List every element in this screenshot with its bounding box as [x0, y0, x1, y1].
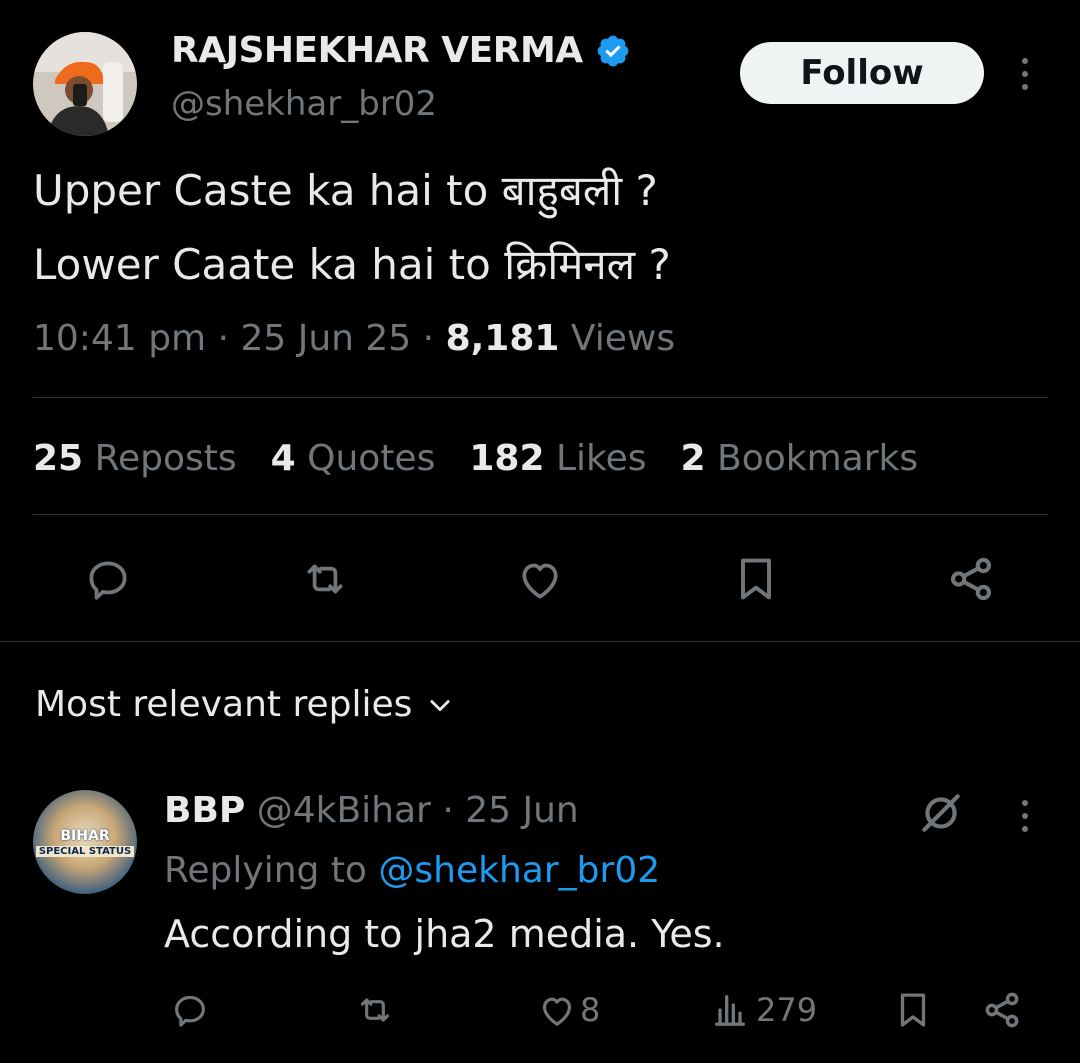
replies-sort-dropdown[interactable]: Most relevant replies: [35, 684, 454, 725]
views-icon: [715, 995, 745, 1026]
follow-button[interactable]: Follow: [740, 42, 984, 104]
meta-separator: ·: [217, 318, 241, 359]
reply-views[interactable]: 279: [710, 990, 817, 1030]
views-count: 8,181: [445, 318, 560, 359]
likes-stat[interactable]: 182 Likes: [469, 438, 646, 479]
reply-date[interactable]: 25 Jun: [465, 790, 579, 831]
bookmarks-stat[interactable]: 2 Bookmarks: [680, 438, 918, 479]
reposts-stat[interactable]: 25 Reposts: [33, 438, 237, 479]
author-name[interactable]: RAJSHEKHAR VERMA: [171, 30, 583, 71]
like-icon: [542, 997, 572, 1026]
quotes-stat[interactable]: 4 Quotes: [271, 438, 436, 479]
reply-author-name[interactable]: BBP: [164, 790, 245, 831]
reply-repost-icon[interactable]: [352, 990, 398, 1034]
reply-share-icon[interactable]: [980, 988, 1024, 1036]
reply-avatar[interactable]: BIHAR SPECIAL STATUS: [33, 790, 137, 894]
avatar-text: SPECIAL STATUS: [35, 845, 135, 857]
author-handle[interactable]: @shekhar_br02: [171, 84, 437, 124]
more-options-icon[interactable]: [1022, 58, 1028, 90]
reply-author-handle[interactable]: @4kBihar: [257, 790, 431, 831]
meta-separator: ·: [422, 318, 446, 359]
reply-header: BBP @4kBihar · 25 Jun: [164, 790, 579, 831]
chevron-down-icon: [430, 699, 450, 711]
divider: [33, 397, 1048, 398]
reply-views-count: 279: [756, 991, 818, 1029]
reply-like[interactable]: 8: [536, 990, 600, 1030]
verified-badge-icon: [597, 35, 628, 66]
like-icon[interactable]: [512, 554, 568, 604]
replying-prefix: Replying to: [164, 850, 367, 891]
reply-text: According to jha2 media. Yes.: [164, 912, 725, 956]
divider: [0, 641, 1080, 642]
reply-bookmark-icon[interactable]: [892, 988, 934, 1036]
tweet-date[interactable]: 25 Jun 25: [240, 318, 411, 359]
views-label: Views: [570, 318, 676, 359]
author-avatar[interactable]: [33, 32, 137, 136]
reply-more-options-icon[interactable]: [1022, 800, 1028, 832]
replies-sort-label: Most relevant replies: [35, 684, 413, 725]
share-icon[interactable]: [944, 552, 998, 606]
tweet-text-line-2: Lower Caate ka hai to क्रिमिनल ?: [33, 240, 671, 289]
replying-to: Replying to @shekhar_br02: [164, 850, 660, 891]
repost-icon[interactable]: [296, 554, 354, 604]
replying-handle-link[interactable]: @shekhar_br02: [378, 850, 660, 891]
reply-like-count: 8: [580, 991, 601, 1029]
avatar-photo: [33, 32, 137, 136]
reply-icon[interactable]: [80, 554, 136, 604]
bookmark-icon[interactable]: [730, 552, 782, 606]
avatar-text: BIHAR: [60, 827, 110, 844]
tweet-meta: 10:41 pm · 25 Jun 25 · 8,181 Views: [33, 318, 675, 359]
tweet-text-line-1: Upper Caste ka hai to बाहुबली ?: [33, 166, 658, 215]
tweet-time[interactable]: 10:41 pm: [33, 318, 206, 359]
grok-icon[interactable]: [916, 788, 966, 842]
tweet-stats: 25 Reposts 4 Quotes 182 Likes 2 Bookmark…: [33, 438, 918, 479]
divider: [33, 514, 1048, 515]
reply-reply-icon[interactable]: [168, 990, 212, 1034]
meta-separator: ·: [442, 790, 466, 831]
